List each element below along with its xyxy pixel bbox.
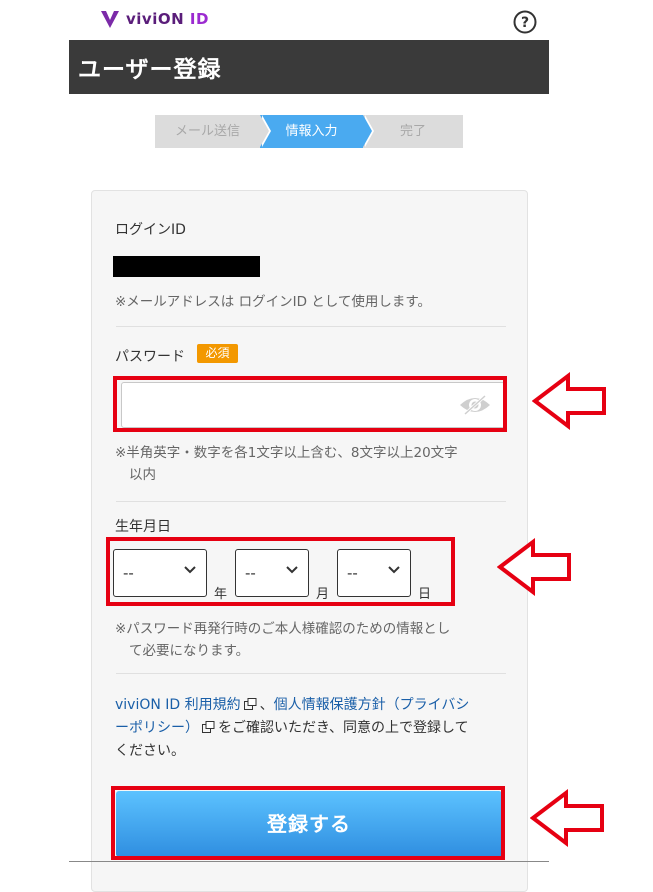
- login-id-note: ※メールアドレスは ログインID として使用します。: [115, 294, 432, 310]
- annotation-arrow-icon: [530, 789, 604, 847]
- password-label: パスワード: [115, 349, 185, 365]
- annotation-box-password: [113, 376, 507, 432]
- progress-steps: メール送信 情報入力 完了: [155, 115, 463, 148]
- password-note-line2: 以内: [129, 467, 156, 483]
- step-mail-sent: メール送信: [155, 115, 271, 148]
- external-link-icon: [243, 698, 257, 710]
- terms-of-use-link[interactable]: viviON ID 利用規約: [115, 697, 241, 713]
- divider: [116, 326, 506, 327]
- page-title: ユーザー登録: [78, 57, 222, 83]
- annotation-box-birthdate: [106, 537, 455, 606]
- required-badge: 必須: [197, 344, 238, 363]
- login-id-value-redacted: [113, 256, 260, 277]
- birthdate-label: 生年月日: [115, 519, 171, 535]
- brand-logo[interactable]: viviON ID: [100, 6, 209, 32]
- divider: [116, 501, 506, 502]
- bottom-divider: [69, 861, 549, 862]
- divider: [116, 673, 506, 674]
- vivion-logo-icon: [101, 11, 119, 28]
- login-id-label: ログインID: [115, 222, 186, 238]
- annotation-arrow-icon: [532, 372, 606, 430]
- svg-text:?: ?: [521, 15, 529, 31]
- external-link-icon: [202, 721, 215, 733]
- birthdate-note-line1: ※パスワード再発行時のご本人様確認のための情報とし: [115, 621, 451, 637]
- annotation-arrow-icon: [497, 538, 571, 596]
- step-complete: 完了: [363, 115, 463, 148]
- password-note-line1: ※半角英字・数字を各1文字以上含む、8文字以上20文字: [115, 445, 458, 461]
- page-title-bar: ユーザー登録: [69, 40, 549, 94]
- privacy-policy-link-cont[interactable]: ーポリシー）: [115, 720, 199, 736]
- annotation-box-submit: [111, 786, 505, 860]
- privacy-policy-link[interactable]: 個人情報保護方針（プライバシ: [274, 697, 470, 713]
- terms-agreement: viviON ID 利用規約 、個人情報保護方針（プライバシ ーポリシー） をご確認…: [115, 697, 470, 759]
- brand-name: viviON ID: [126, 10, 209, 28]
- question-circle-icon[interactable]: ?: [513, 10, 537, 34]
- step-info-input: 情報入力: [260, 115, 374, 148]
- birthdate-note-line2: て必要になります。: [129, 643, 250, 659]
